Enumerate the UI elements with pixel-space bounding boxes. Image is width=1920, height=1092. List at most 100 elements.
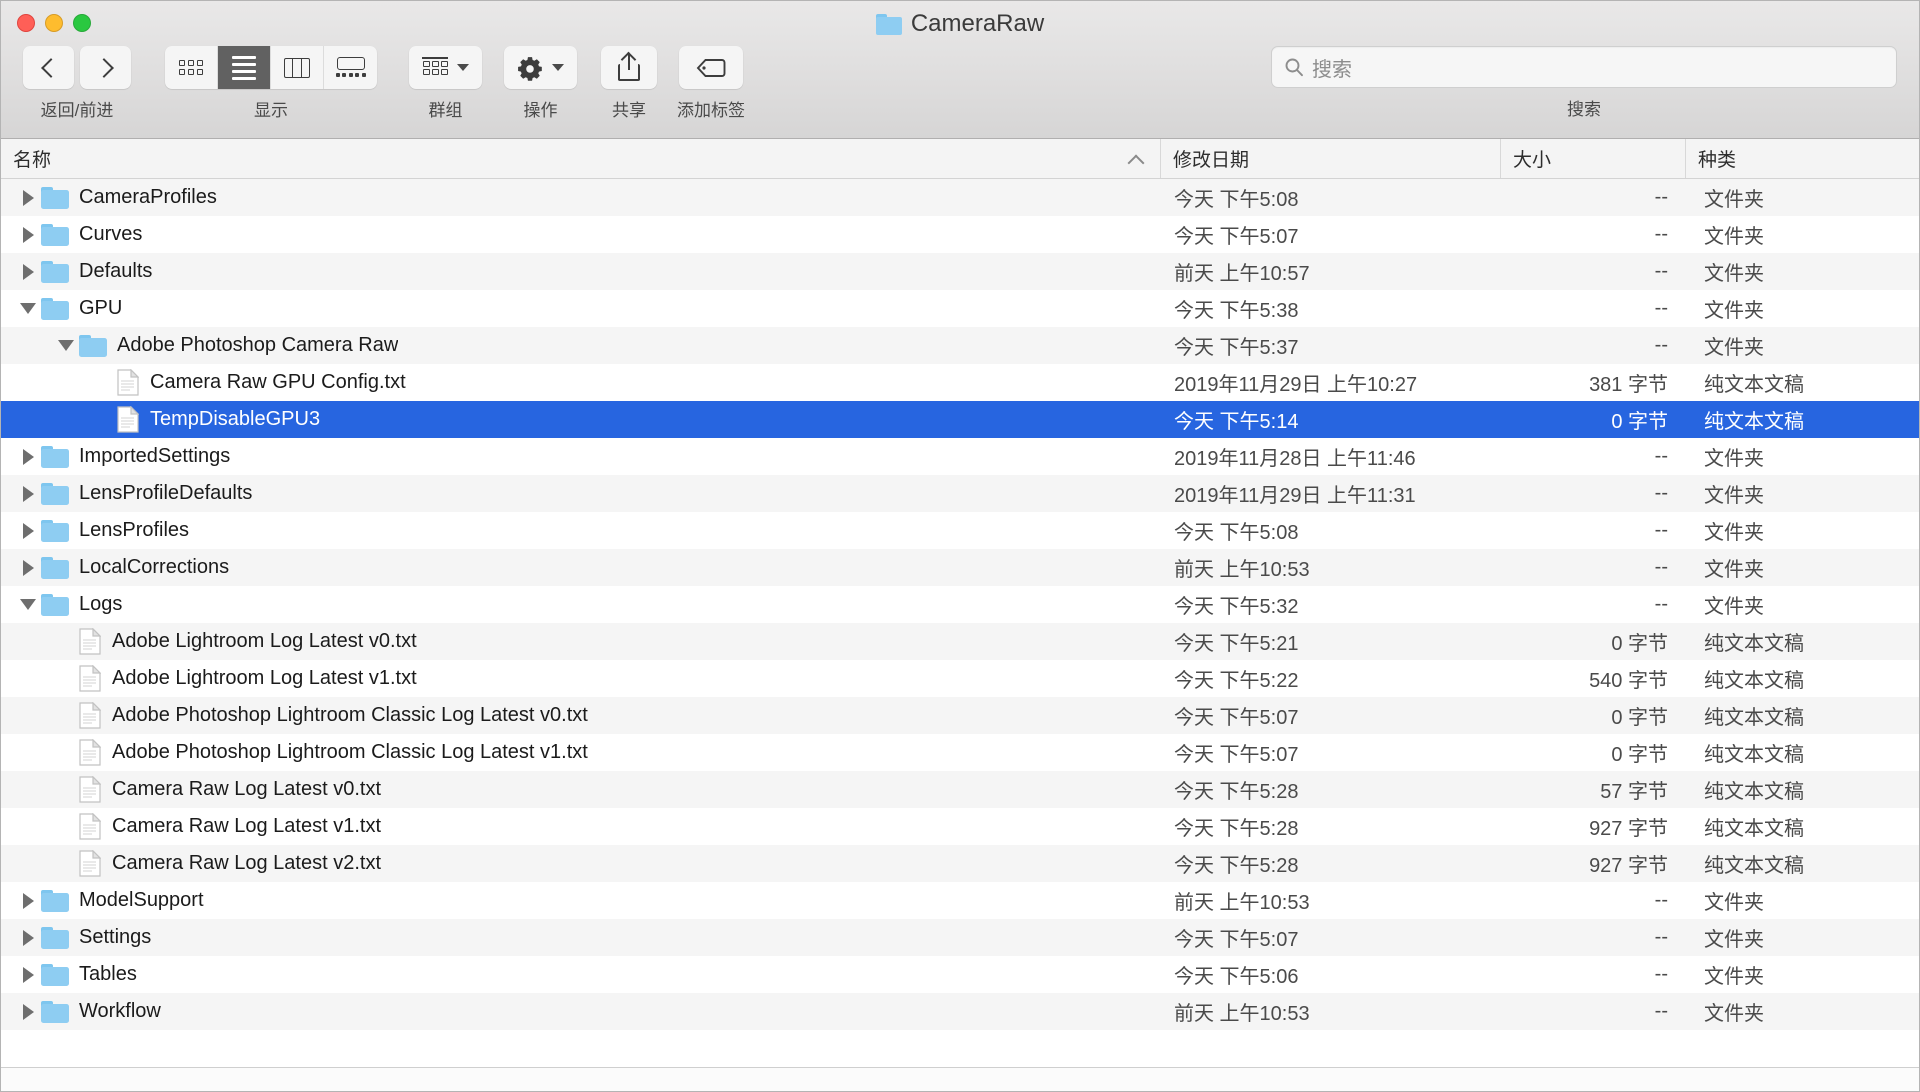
share-caption: 共享 [612,101,646,120]
column-header-size[interactable]: 大小 [1501,139,1686,178]
forward-button[interactable] [80,46,131,89]
row-date-cell: 今天 下午5:06 [1174,966,1299,988]
share-button[interactable] [601,46,657,89]
row-kind-cell: 文件夹 [1704,263,1764,285]
row-date-cell: 今天 下午5:07 [1174,226,1299,248]
row-name-cell: TempDisableGPU3 [1,401,1161,438]
search-field[interactable]: 搜索 [1271,46,1897,88]
table-row[interactable]: LocalCorrections 前天 上午10:53 -- 文件夹 [1,549,1919,586]
table-row[interactable]: CameraProfiles 今天 下午5:08 -- 文件夹 [1,179,1919,216]
file-list[interactable]: CameraProfiles 今天 下午5:08 -- 文件夹 Curves 今天 下午5… [1,179,1919,1067]
row-size-cell: -- [1654,519,1668,541]
table-row[interactable]: GPU 今天 下午5:38 -- 文件夹 [1,290,1919,327]
table-row[interactable]: Logs 今天 下午5:32 -- 文件夹 [1,586,1919,623]
table-row[interactable]: Tables 今天 下午5:06 -- 文件夹 [1,956,1919,993]
row-kind-cell: 文件夹 [1704,966,1764,988]
disclosure-triangle-closed-icon[interactable] [15,179,41,216]
row-size-cell: 0 字节 [1611,411,1668,433]
table-row[interactable]: ModelSupport 前天 上午10:53 -- 文件夹 [1,882,1919,919]
row-kind-cell: 文件夹 [1704,189,1764,211]
column-view-button[interactable] [271,46,324,89]
folder-icon [41,482,69,505]
disclosure-spacer [53,697,79,734]
disclosure-triangle-closed-icon[interactable] [15,919,41,956]
row-size-cell: -- [1654,963,1668,985]
column-header-date[interactable]: 修改日期 [1161,139,1501,178]
disclosure-triangle-closed-icon[interactable] [15,882,41,919]
columns-icon [284,57,310,78]
toolbar: 返回/前进 显示 群组 操作 共享 添加标签 搜索 搜索 [1,46,1919,138]
table-row[interactable]: LensProfileDefaults 2019年11月29日 上午11:31 --… [1,475,1919,512]
row-size-cell: 0 字节 [1611,707,1668,729]
table-row[interactable]: Adobe Photoshop Lightroom Classic Log La… [1,734,1919,771]
chevron-down-icon [552,64,564,71]
row-size-cell: -- [1654,482,1668,504]
document-icon [79,812,102,840]
row-name-label: Workflow [79,1000,161,1022]
disclosure-triangle-open-icon[interactable] [53,327,79,364]
row-kind-cell: 纯文本文稿 [1704,633,1804,655]
table-row[interactable]: Defaults 前天 上午10:57 -- 文件夹 [1,253,1919,290]
table-row[interactable]: Camera Raw Log Latest v2.txt 今天 下午5:28 927… [1,845,1919,882]
folder-icon [875,13,902,35]
disclosure-triangle-open-icon[interactable] [15,586,41,623]
row-date-cell: 前天 上午10:53 [1174,559,1310,581]
disclosure-spacer [53,734,79,771]
action-button[interactable] [504,46,577,89]
table-row[interactable]: Camera Raw Log Latest v1.txt 今天 下午5:28 927… [1,808,1919,845]
tag-group: 添加标签 [677,46,745,121]
column-header-name-label: 名称 [13,150,52,171]
disclosure-triangle-closed-icon[interactable] [15,475,41,512]
table-row[interactable]: Adobe Photoshop Camera Raw 今天 下午5:37 -- 文件夹 [1,327,1919,364]
back-button[interactable] [23,46,74,89]
gallery-icon [335,57,366,78]
document-icon [79,775,102,803]
disclosure-spacer [91,401,117,438]
disclosure-triangle-closed-icon[interactable] [15,993,41,1030]
row-kind-cell: 文件夹 [1704,522,1764,544]
table-row[interactable]: Curves 今天 下午5:07 -- 文件夹 [1,216,1919,253]
row-size-cell: 540 字节 [1589,670,1668,692]
group-button[interactable] [409,46,482,89]
share-group: 共享 [601,46,657,121]
table-row[interactable]: Camera Raw GPU Config.txt 2019年11月29日 上午1… [1,364,1919,401]
table-row[interactable]: Workflow 前天 上午10:53 -- 文件夹 [1,993,1919,1030]
table-row[interactable]: Settings 今天 下午5:07 -- 文件夹 [1,919,1919,956]
table-row[interactable]: Adobe Photoshop Lightroom Classic Log La… [1,697,1919,734]
column-header-kind[interactable]: 种类 [1686,139,1919,178]
table-row[interactable]: Adobe Lightroom Log Latest v1.txt 今天 下午5:… [1,660,1919,697]
group-grid-icon [422,56,448,79]
table-row[interactable]: Camera Raw Log Latest v0.txt 今天 下午5:28 57 … [1,771,1919,808]
chevron-down-icon [457,64,469,71]
table-row[interactable]: LensProfiles 今天 下午5:08 -- 文件夹 [1,512,1919,549]
gallery-view-button[interactable] [324,46,377,89]
disclosure-triangle-closed-icon[interactable] [15,956,41,993]
row-name-cell: Workflow [1,993,1161,1030]
search-group: 搜索 搜索 [1271,46,1897,120]
list-view-button[interactable] [218,46,271,89]
disclosure-triangle-closed-icon[interactable] [15,549,41,586]
disclosure-triangle-closed-icon[interactable] [15,438,41,475]
row-name-cell: Camera Raw Log Latest v0.txt [1,771,1161,808]
disclosure-triangle-open-icon[interactable] [15,290,41,327]
row-size-cell: -- [1654,556,1668,578]
row-size-cell: 0 字节 [1611,744,1668,766]
column-header-name[interactable]: 名称 [1,139,1161,178]
disclosure-triangle-closed-icon[interactable] [15,512,41,549]
disclosure-triangle-closed-icon[interactable] [15,216,41,253]
chevron-left-icon [42,57,55,79]
table-row[interactable]: Adobe Lightroom Log Latest v0.txt 今天 下午5:… [1,623,1919,660]
view-mode-segmented-control[interactable] [165,46,377,89]
window-title: CameraRaw [1,10,1919,38]
icon-grid-icon [179,60,203,75]
icon-view-button[interactable] [165,46,218,89]
table-row[interactable]: TempDisableGPU3 今天 下午5:14 0 字节 纯文本文稿 [1,401,1919,438]
column-header-date-label: 修改日期 [1173,150,1250,171]
add-tag-button[interactable] [679,46,743,89]
row-size-cell: 927 字节 [1589,855,1668,877]
disclosure-triangle-closed-icon[interactable] [15,253,41,290]
table-row[interactable]: ImportedSettings 2019年11月28日 上午11:46 -- 文件夹 [1,438,1919,475]
view-group: 显示 [165,46,377,121]
row-name-label: Camera Raw Log Latest v0.txt [112,778,382,800]
row-kind-cell: 纯文本文稿 [1704,411,1804,433]
